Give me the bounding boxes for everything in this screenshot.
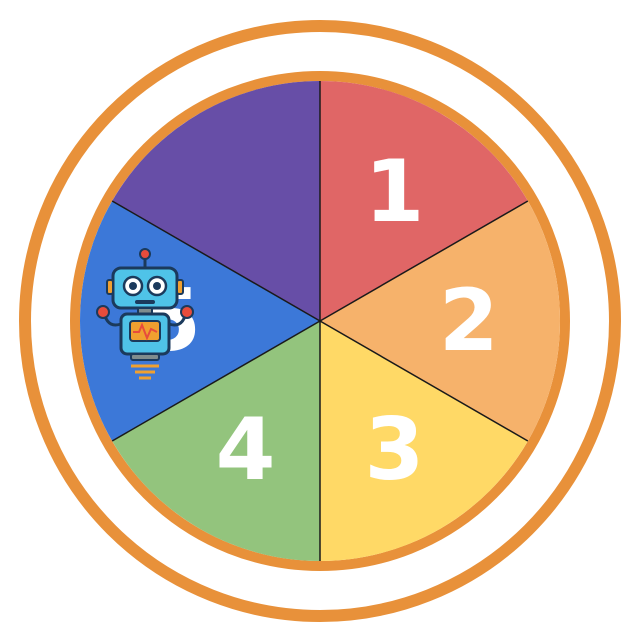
segment-label-3: 3 [364, 400, 424, 500]
segment-label-2: 2 [439, 271, 499, 371]
spinner-wheel[interactable]: 12345 [0, 0, 634, 633]
segment-label-4: 4 [216, 400, 276, 500]
segment-label-1: 1 [364, 142, 424, 242]
